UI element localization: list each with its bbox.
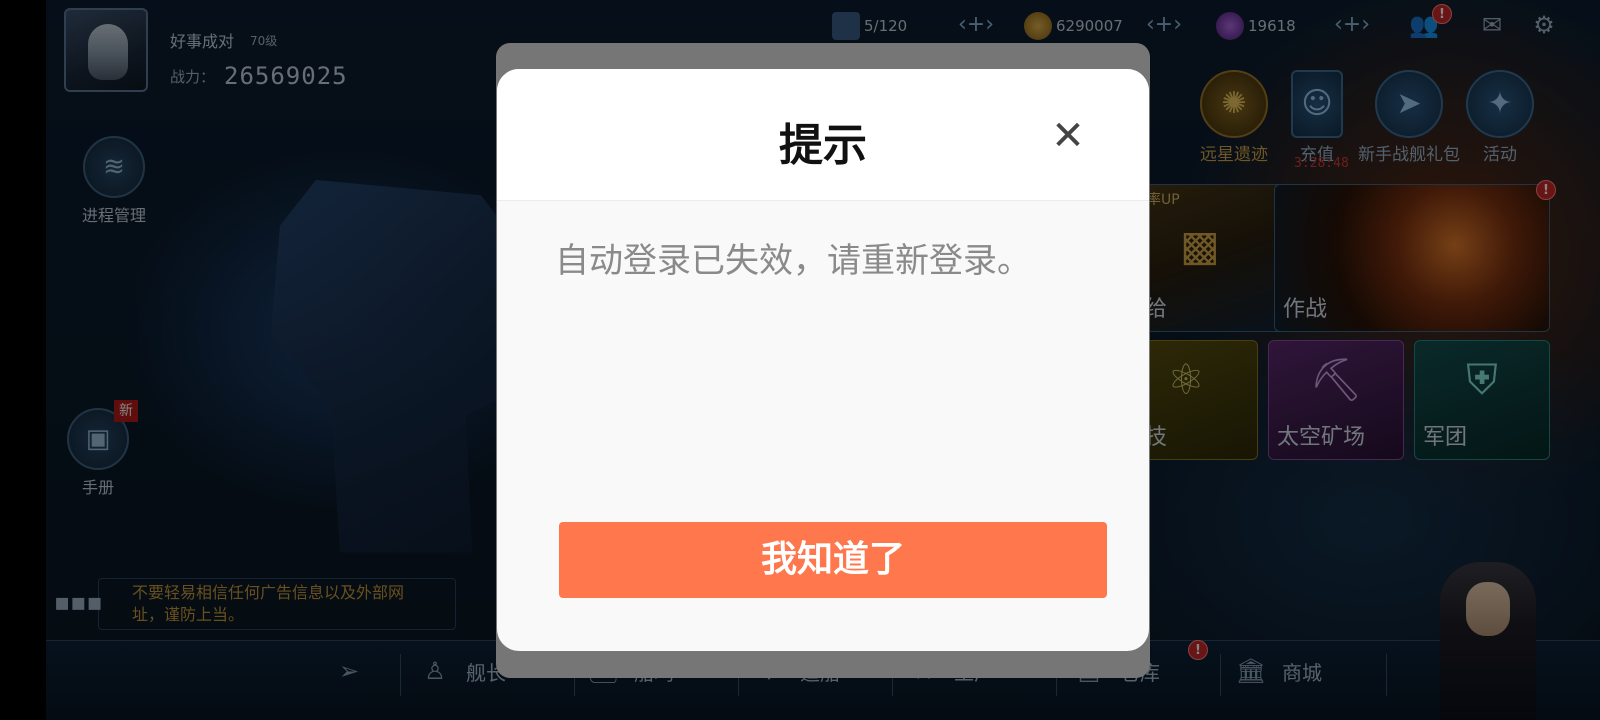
dialog-message: 自动登录已失效，请重新登录。 — [555, 241, 1031, 281]
close-icon[interactable]: ✕ — [1045, 113, 1091, 159]
dialog-header: 提示 ✕ — [497, 69, 1149, 201]
confirm-button[interactable]: 我知道了 — [559, 522, 1107, 598]
alert-dialog: 提示 ✕ 自动登录已失效，请重新登录。 我知道了 — [497, 69, 1149, 651]
